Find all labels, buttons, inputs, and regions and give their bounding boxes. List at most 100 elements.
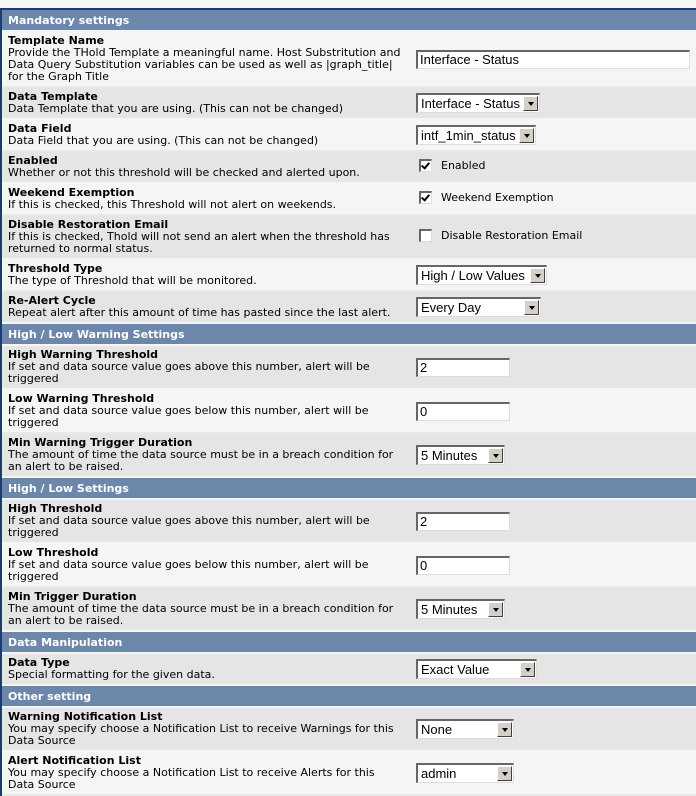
setting-row-high-warning-threshold: High Warning Threshold If set and data so… [2, 345, 696, 390]
checkbox-label: Enabled [441, 159, 486, 172]
selected-value: None [421, 722, 453, 737]
thold-template-form: Mandatory settings Template Name Provide t… [0, 8, 696, 796]
disable-restoration-email-checkbox[interactable] [419, 229, 432, 242]
setting-control-cell: Exact Value [408, 653, 696, 686]
setting-row-enabled: Enabled Whether or not this threshold wil… [2, 151, 696, 184]
setting-title: Alert Notification List [8, 754, 141, 767]
setting-control-cell: High / Low Values [408, 259, 696, 292]
enabled-checkbox-field[interactable]: Enabled [416, 159, 485, 172]
setting-label-cell: Re-Alert Cycle Repeat alert after this am… [2, 291, 408, 324]
chevron-down-icon [492, 607, 499, 612]
dropdown-arrow-button[interactable] [523, 96, 538, 111]
setting-row-low-threshold: Low Threshold If set and data source valu… [2, 543, 696, 588]
section-header-other-setting: Other setting [2, 685, 696, 708]
selected-value: High / Low Values [421, 268, 525, 283]
data-type-select[interactable]: Exact Value [416, 659, 537, 679]
setting-row-alert-notification-list: Alert Notification List You may specify c… [2, 751, 696, 796]
setting-control-cell: Enabled [408, 151, 696, 184]
warning-notification-list-select[interactable]: None [416, 719, 514, 739]
selected-value: Exact Value [421, 662, 490, 677]
section-header-high-low-warning-settings: High / Low Warning Settings [2, 323, 696, 346]
dropdown-arrow-button[interactable] [520, 662, 535, 677]
setting-row-template-name: Template Name Provide the THold Template … [2, 31, 696, 88]
checkbox-label: Disable Restoration Email [441, 229, 583, 242]
setting-control-cell: Weekend Exemption [408, 183, 696, 216]
weekend-exemption-checkbox[interactable] [419, 191, 432, 204]
selected-value: 5 Minutes [421, 602, 478, 617]
data-field-select[interactable]: intf_1min_status [416, 125, 536, 145]
checkbox-label: Weekend Exemption [441, 191, 554, 204]
setting-label-cell: Low Threshold If set and data source valu… [2, 543, 408, 588]
setting-row-data-template: Data Template Data Template that you are … [2, 87, 696, 120]
section-header-data-manipulation: Data Manipulation [2, 631, 696, 654]
setting-description: Repeat alert after this amount of time h… [8, 306, 391, 319]
setting-row-min-trigger-duration: Min Trigger Duration The amount of time t… [2, 587, 696, 632]
re-alert-cycle-select[interactable]: Every Day [416, 297, 541, 317]
dropdown-arrow-button[interactable] [519, 128, 534, 143]
setting-label-cell: Data Template Data Template that you are … [2, 87, 408, 120]
setting-control-cell: admin [408, 751, 696, 796]
setting-description: If set and data source value goes above … [8, 360, 370, 385]
setting-control-cell [408, 31, 696, 88]
setting-label-cell: Min Trigger Duration The amount of time t… [2, 587, 408, 632]
chevron-down-icon [492, 453, 499, 458]
chevron-down-icon [534, 273, 541, 278]
setting-description: Whether or not this threshold will be ch… [8, 166, 360, 179]
setting-label-cell: Enabled Whether or not this threshold wil… [2, 151, 408, 184]
high-warning-threshold-input[interactable] [416, 357, 510, 377]
setting-control-cell: Every Day [408, 291, 696, 324]
min-warning-trigger-duration-select[interactable]: 5 Minutes [416, 445, 505, 465]
setting-control-cell [408, 499, 696, 544]
data-template-select[interactable]: Interface - Status [416, 93, 540, 113]
threshold-type-select[interactable]: High / Low Values [416, 265, 547, 285]
dropdown-arrow-button[interactable] [524, 300, 539, 315]
setting-row-min-warning-trigger-duration: Min Warning Trigger Duration The amount o… [2, 433, 696, 478]
weekend-exemption-checkbox-field[interactable]: Weekend Exemption [416, 191, 554, 204]
section-title: Data Manipulation [2, 631, 696, 654]
selected-value: intf_1min_status [421, 128, 516, 143]
setting-row-warning-notification-list: Warning Notification List You may specify… [2, 707, 696, 752]
min-trigger-duration-select[interactable]: 5 Minutes [416, 599, 505, 619]
setting-description: If set and data source value goes below … [8, 558, 369, 583]
dropdown-arrow-button[interactable] [488, 602, 503, 617]
setting-description: Provide the THold Template a meaningful … [8, 46, 401, 83]
dropdown-arrow-button[interactable] [488, 448, 503, 463]
setting-description: Special formatting for the given data. [8, 668, 215, 681]
setting-label-cell: Warning Notification List You may specify… [2, 707, 408, 752]
template-name-input[interactable] [416, 49, 690, 69]
section-header-mandatory-settings: Mandatory settings [2, 10, 696, 32]
setting-row-threshold-type: Threshold Type The type of Threshold that… [2, 259, 696, 292]
enabled-checkbox[interactable] [419, 159, 432, 172]
setting-control-cell [408, 543, 696, 588]
setting-control-cell: None [408, 707, 696, 752]
selected-value: Every Day [421, 300, 481, 315]
chevron-down-icon [524, 667, 531, 672]
setting-control-cell: 5 Minutes [408, 433, 696, 478]
low-threshold-input[interactable] [416, 555, 510, 575]
setting-label-cell: Disable Restoration Email If this is chec… [2, 215, 408, 260]
setting-description: Data Template that you are using. (This … [8, 102, 344, 115]
setting-description: You may specify choose a Notification Li… [8, 766, 375, 791]
disable-restoration-email-checkbox-field[interactable]: Disable Restoration Email [416, 229, 582, 242]
setting-row-data-type: Data Type Special formatting for the give… [2, 653, 696, 686]
setting-label-cell: Weekend Exemption If this is checked, thi… [2, 183, 408, 216]
selected-value: admin [421, 766, 457, 781]
chevron-down-icon [527, 101, 534, 106]
setting-row-data-field: Data Field Data Field that you are using.… [2, 119, 696, 152]
dropdown-arrow-button[interactable] [530, 268, 545, 283]
setting-label-cell: Data Type Special formatting for the give… [2, 653, 408, 686]
low-warning-threshold-input[interactable] [416, 401, 510, 421]
setting-control-cell: Disable Restoration Email [408, 215, 696, 260]
setting-row-weekend-exemption: Weekend Exemption If this is checked, thi… [2, 183, 696, 216]
alert-notification-list-select[interactable]: admin [416, 763, 514, 783]
section-header-high-low-settings: High / Low Settings [2, 477, 696, 500]
setting-description: The type of Threshold that will be monit… [8, 274, 257, 287]
chevron-down-icon [528, 305, 535, 310]
dropdown-arrow-button[interactable] [497, 766, 512, 781]
setting-description: Data Field that you are using. (This can… [8, 134, 319, 147]
chevron-down-icon [501, 771, 508, 776]
setting-label-cell: High Warning Threshold If set and data so… [2, 345, 408, 390]
high-threshold-input[interactable] [416, 511, 510, 531]
setting-description: If set and data source value goes above … [8, 514, 370, 539]
setting-row-low-warning-threshold: Low Warning Threshold If set and data sou… [2, 389, 696, 434]
